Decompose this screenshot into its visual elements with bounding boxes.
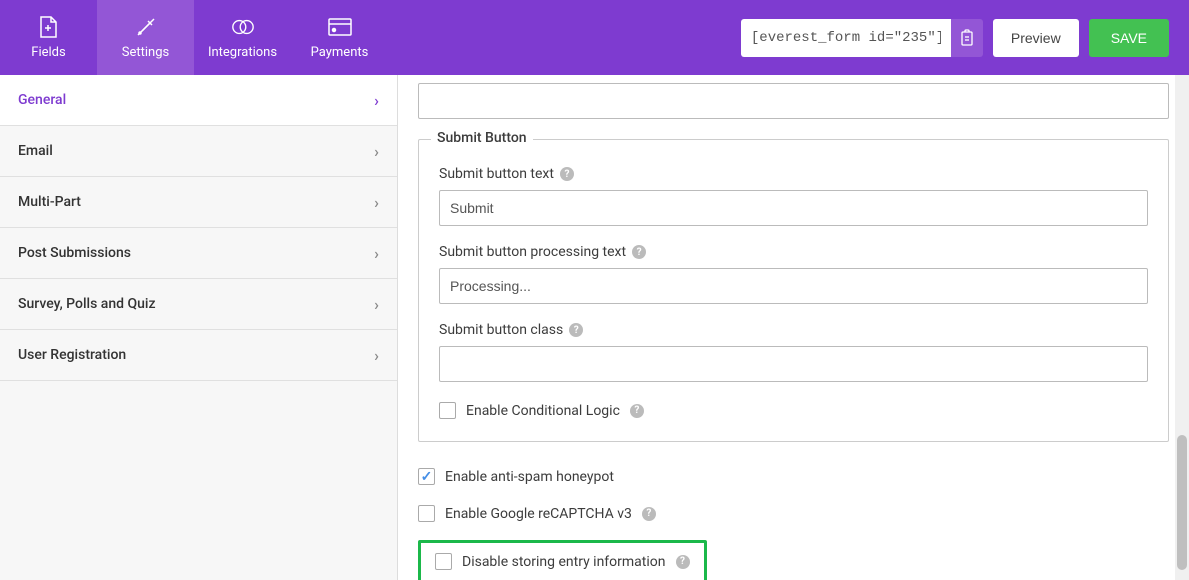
save-button[interactable]: SAVE xyxy=(1089,19,1169,57)
recaptcha-checkbox[interactable] xyxy=(418,505,435,522)
help-icon[interactable]: ? xyxy=(630,404,644,418)
sidebar-item-label: Email xyxy=(18,143,53,159)
tab-label: Fields xyxy=(31,45,65,60)
topbar: Fields Settings Integrations Payments Pr… xyxy=(0,0,1189,75)
tab-label: Integrations xyxy=(208,45,277,60)
label-text: Submit button processing text xyxy=(439,244,626,260)
chevron-right-icon: › xyxy=(374,142,379,161)
help-icon[interactable]: ? xyxy=(560,167,574,181)
main: General › Email › Multi-Part › Post Subm… xyxy=(0,75,1189,580)
sidebar-item-label: User Registration xyxy=(18,347,126,363)
help-icon[interactable]: ? xyxy=(642,507,656,521)
conditional-logic-row: Enable Conditional Logic ? xyxy=(439,402,1148,419)
tab-label: Settings xyxy=(122,45,169,60)
preview-button[interactable]: Preview xyxy=(993,19,1079,57)
scrollbar-thumb[interactable] xyxy=(1177,435,1187,570)
chevron-right-icon: › xyxy=(374,295,379,314)
sidebar-item-general[interactable]: General › xyxy=(0,75,397,126)
tab-integrations[interactable]: Integrations xyxy=(194,0,291,75)
help-icon[interactable]: ? xyxy=(676,555,690,569)
honeypot-row: Enable anti-spam honeypot xyxy=(418,468,1169,485)
sidebar-item-survey[interactable]: Survey, Polls and Quiz › xyxy=(0,279,397,330)
conditional-logic-label: Enable Conditional Logic xyxy=(466,403,620,419)
submit-processing-input[interactable] xyxy=(439,268,1148,304)
submit-processing-label: Submit button processing text ? xyxy=(439,244,1148,260)
shortcode-input[interactable] xyxy=(741,19,951,57)
disable-storing-highlight: Disable storing entry information ? xyxy=(418,540,707,580)
tab-fields[interactable]: Fields xyxy=(0,0,97,75)
tab-label: Payments xyxy=(311,45,369,60)
disable-storing-label: Disable storing entry information xyxy=(462,554,666,570)
sidebar-item-label: General xyxy=(18,92,66,108)
circles-icon xyxy=(231,15,255,39)
sidebar-item-post-submissions[interactable]: Post Submissions › xyxy=(0,228,397,279)
disable-storing-row: Disable storing entry information ? xyxy=(435,553,690,570)
chevron-right-icon: › xyxy=(374,244,379,263)
submit-text-label: Submit button text ? xyxy=(439,166,1148,182)
recaptcha-row: Enable Google reCAPTCHA v3 ? xyxy=(418,505,1169,522)
disable-storing-checkbox[interactable] xyxy=(435,553,452,570)
chevron-right-icon: › xyxy=(374,193,379,212)
chevron-right-icon: › xyxy=(374,346,379,365)
tab-settings[interactable]: Settings xyxy=(97,0,194,75)
clipboard-icon xyxy=(959,29,975,47)
sidebar-item-email[interactable]: Email › xyxy=(0,126,397,177)
sidebar: General › Email › Multi-Part › Post Subm… xyxy=(0,75,398,580)
sidebar-item-user-registration[interactable]: User Registration › xyxy=(0,330,397,381)
submit-class-input[interactable] xyxy=(439,346,1148,382)
help-icon[interactable]: ? xyxy=(632,245,646,259)
recaptcha-label: Enable Google reCAPTCHA v3 xyxy=(445,506,632,522)
sidebar-item-label: Multi-Part xyxy=(18,194,81,210)
honeypot-checkbox[interactable] xyxy=(418,468,435,485)
scrollbar-track xyxy=(1175,75,1189,580)
submit-button-fieldset: Submit Button Submit button text ? Submi… xyxy=(418,139,1169,442)
card-icon xyxy=(328,15,352,39)
help-icon[interactable]: ? xyxy=(569,323,583,337)
form-class-input[interactable] xyxy=(418,83,1169,119)
conditional-logic-checkbox[interactable] xyxy=(439,402,456,419)
file-icon xyxy=(37,15,61,39)
sidebar-item-label: Post Submissions xyxy=(18,245,131,261)
tab-payments[interactable]: Payments xyxy=(291,0,388,75)
sidebar-item-label: Survey, Polls and Quiz xyxy=(18,296,156,312)
topbar-right: Preview SAVE xyxy=(741,0,1189,75)
submit-class-label: Submit button class ? xyxy=(439,322,1148,338)
sidebar-item-multipart[interactable]: Multi-Part › xyxy=(0,177,397,228)
honeypot-label: Enable anti-spam honeypot xyxy=(445,469,614,485)
submit-text-input[interactable] xyxy=(439,190,1148,226)
shortcode-box xyxy=(741,19,983,57)
copy-button[interactable] xyxy=(951,19,983,57)
tools-icon xyxy=(134,15,158,39)
label-text: Submit button class xyxy=(439,322,563,338)
fieldset-legend: Submit Button xyxy=(431,130,533,146)
label-text: Submit button text xyxy=(439,166,554,182)
content: Form Class ? Submit Button Submit button… xyxy=(398,75,1189,580)
chevron-right-icon: › xyxy=(374,91,379,110)
